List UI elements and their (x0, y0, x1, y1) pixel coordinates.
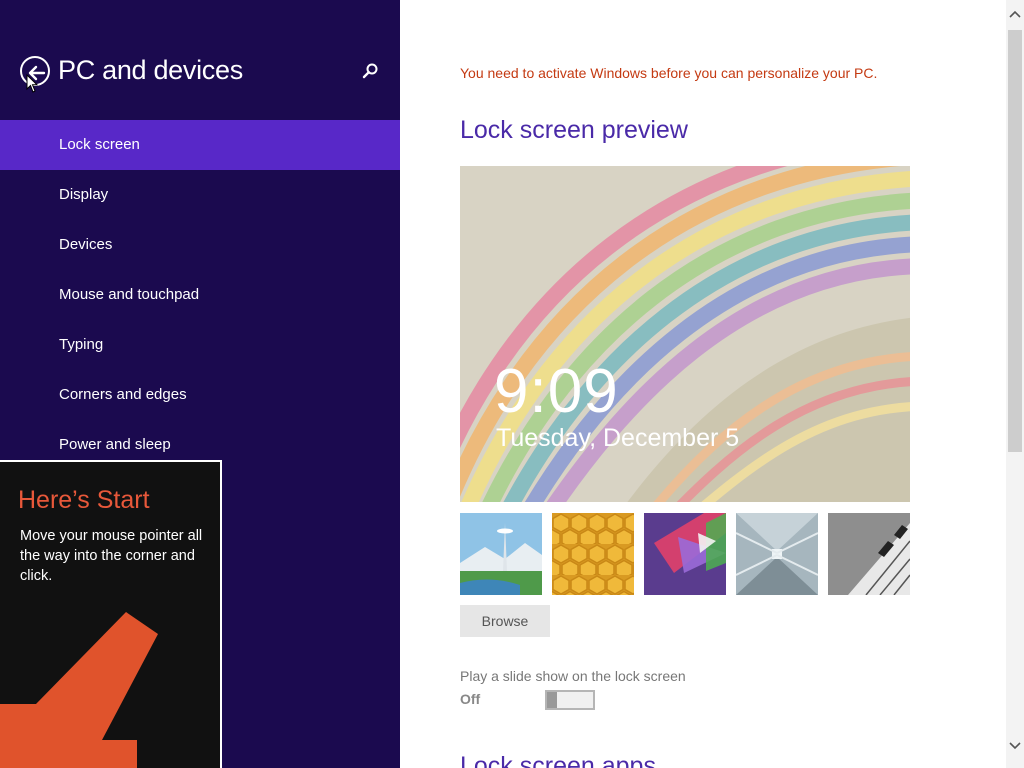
nav-item-mouse-and-touchpad[interactable]: Mouse and touchpad (0, 270, 400, 320)
chevron-up-icon (1009, 10, 1021, 18)
scroll-up-button[interactable] (1006, 4, 1024, 24)
nav-item-corners-and-edges[interactable]: Corners and edges (0, 370, 400, 420)
lock-screen-settings: You need to activate Windows before you … (400, 0, 1006, 768)
search-icon (362, 63, 378, 79)
mouse-cursor-icon (26, 74, 38, 93)
train-tunnel-thumbnail[interactable] (736, 513, 818, 595)
slideshow-toggle[interactable] (545, 690, 595, 710)
chevron-down-icon (1009, 742, 1021, 750)
activation-notice: You need to activate Windows before you … (460, 65, 878, 81)
nav-item-devices[interactable]: Devices (0, 220, 400, 270)
nav-item-display[interactable]: Display (0, 170, 400, 220)
preview-section-title: Lock screen preview (460, 116, 688, 144)
honeycomb-thumbnail[interactable] (552, 513, 634, 595)
start-tip-popup[interactable]: Here’s Start Move your mouse pointer all… (0, 460, 222, 768)
nav-item-typing[interactable]: Typing (0, 320, 400, 370)
nav-item-lock-screen[interactable]: Lock screen (0, 120, 400, 170)
slideshow-state: Off (460, 691, 481, 707)
settings-nav: Lock screen Display Devices Mouse and to… (0, 120, 400, 470)
vertical-scrollbar[interactable] (1006, 0, 1024, 768)
lock-screen-apps-title: Lock screen apps (460, 752, 656, 768)
tip-body: Move your mouse pointer all the way into… (20, 528, 203, 584)
settings-sidebar: PC and devices Lock screen Display Devic… (0, 0, 400, 768)
piano-keys-thumbnail[interactable] (828, 513, 910, 595)
scroll-down-button[interactable] (1006, 736, 1024, 756)
space-needle-thumbnail[interactable] (460, 513, 542, 595)
search-button[interactable] (360, 60, 382, 82)
wallpaper-thumbnails (460, 513, 910, 595)
lock-screen-preview: 9:09 Tuesday, December 5 (460, 166, 910, 502)
tip-title: Here’s Start (18, 486, 150, 514)
preview-clock: 9:09 (494, 357, 619, 426)
scroll-thumb[interactable] (1008, 30, 1022, 452)
browse-button[interactable]: Browse (460, 605, 550, 637)
slideshow-label: Play a slide show on the lock screen (460, 668, 686, 684)
page-title: PC and devices (58, 55, 243, 85)
toggle-knob (547, 692, 557, 708)
sidebar-header: PC and devices (0, 40, 400, 100)
preview-date: Tuesday, December 5 (496, 424, 740, 452)
corner-arrow-icon (0, 612, 158, 768)
geometric-shapes-thumbnail[interactable] (644, 513, 726, 595)
